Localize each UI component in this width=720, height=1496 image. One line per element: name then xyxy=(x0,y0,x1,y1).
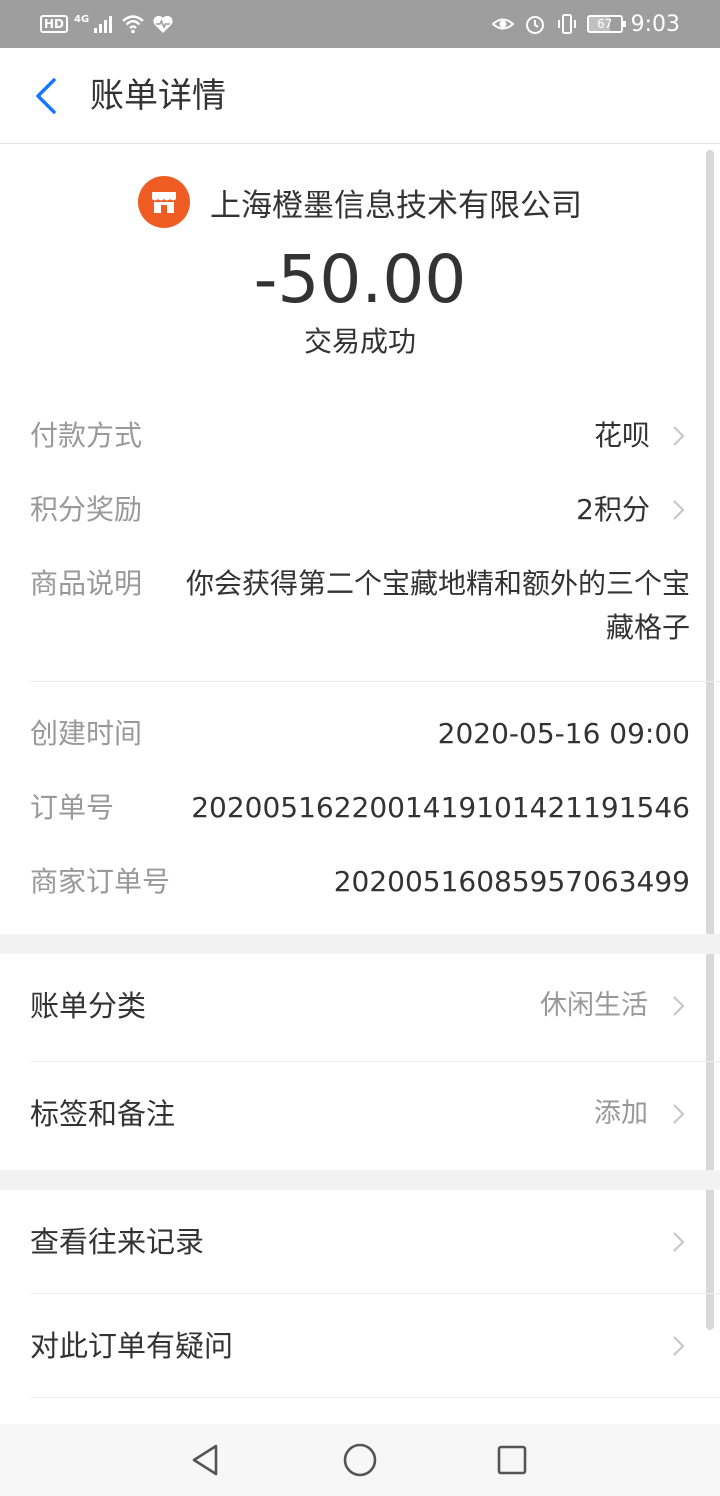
points-label: 积分奖励 xyxy=(30,493,143,526)
status-bar-left: HD 4G xyxy=(40,10,175,38)
status-bar: HD 4G 67 9:03 xyxy=(0,0,720,48)
chevron-right-icon xyxy=(673,426,685,446)
product-description-row: 商品说明 你会获得第二个宝藏地精和额外的三个宝藏格子 xyxy=(30,562,690,652)
page-title: 账单详情 xyxy=(90,76,226,116)
tags-notes-label: 标签和备注 xyxy=(30,1097,176,1131)
order-number-row: 订单号 2020051622001419101421191546 xyxy=(30,788,690,828)
chevron-right-icon xyxy=(673,1232,685,1252)
vibrate-icon xyxy=(557,14,576,34)
back-button[interactable] xyxy=(22,72,70,120)
hd-badge: HD xyxy=(40,15,69,33)
created-time-value: 2020-05-16 09:00 xyxy=(437,717,690,750)
created-time-label: 创建时间 xyxy=(30,717,143,750)
merchant-name: 上海橙墨信息技术有限公司 xyxy=(210,187,582,224)
battery-icon: 67 xyxy=(586,15,626,33)
clock: 9:03 xyxy=(630,11,680,37)
triangle-back-icon xyxy=(192,1444,218,1476)
divider xyxy=(30,1397,720,1398)
tags-notes-row[interactable]: 标签和备注 添加 xyxy=(0,1062,720,1166)
chevron-right-icon xyxy=(673,996,685,1016)
nav-home-button[interactable] xyxy=(338,1438,382,1482)
points-value: 2积分 xyxy=(576,493,650,526)
eye-comfort-icon xyxy=(491,18,515,30)
order-question-row[interactable]: 对此订单有疑问 xyxy=(0,1294,720,1398)
merchant-order-number-value[interactable]: 20200516085957063499 xyxy=(334,862,690,902)
square-recents-icon xyxy=(497,1445,527,1475)
order-number-label: 订单号 xyxy=(30,791,115,824)
divider xyxy=(30,681,720,682)
bill-category-row[interactable]: 账单分类 休闲生活 xyxy=(0,954,720,1058)
nav-recents-button[interactable] xyxy=(490,1438,534,1482)
payment-method-value: 花呗 xyxy=(593,419,650,452)
product-description-label: 商品说明 xyxy=(30,567,143,600)
view-history-label: 查看往来记录 xyxy=(30,1225,205,1259)
merchant-order-number-row: 商家订单号 20200516085957063499 xyxy=(30,862,690,902)
order-number-value[interactable]: 2020051622001419101421191546 xyxy=(191,788,690,828)
payment-method-label: 付款方式 xyxy=(30,419,143,452)
chevron-right-icon xyxy=(673,1336,685,1356)
section-separator xyxy=(0,934,720,954)
store-icon xyxy=(152,192,176,213)
transaction-amount: -50.00 xyxy=(253,241,467,318)
payment-method-row[interactable]: 付款方式 花呗 xyxy=(30,416,690,456)
order-question-label: 对此订单有疑问 xyxy=(30,1329,234,1363)
view-history-row[interactable]: 查看往来记录 xyxy=(0,1190,720,1294)
transaction-status: 交易成功 xyxy=(303,325,416,358)
created-time-row: 创建时间 2020-05-16 09:00 xyxy=(30,714,690,754)
health-heart-icon xyxy=(153,15,173,34)
merchant-order-number-label: 商家订单号 xyxy=(30,865,171,898)
signal-icon xyxy=(94,16,113,33)
system-navigation-bar xyxy=(0,1424,720,1496)
points-row[interactable]: 积分奖励 2积分 xyxy=(30,490,690,530)
network-type: 4G xyxy=(74,13,90,25)
product-description-value: 你会获得第二个宝藏地精和额外的三个宝藏格子 xyxy=(185,567,690,644)
alarm-icon xyxy=(525,16,544,34)
wifi-icon xyxy=(122,15,144,34)
bill-category-label: 账单分类 xyxy=(30,989,147,1023)
merchant-logo xyxy=(138,176,190,228)
merchant-header: 上海橙墨信息技术有限公司 xyxy=(0,172,720,232)
battery-level: 67 xyxy=(596,17,613,31)
chevron-right-icon xyxy=(673,1104,685,1124)
tags-notes-value: 添加 xyxy=(594,1098,648,1129)
chevron-left-icon xyxy=(36,78,56,114)
header: 账单详情 xyxy=(0,48,720,144)
nav-back-button[interactable] xyxy=(184,1438,228,1482)
status-bar-right: 67 9:03 xyxy=(491,10,680,38)
bill-category-value: 休闲生活 xyxy=(540,990,648,1021)
section-separator xyxy=(0,1170,720,1190)
chevron-right-icon xyxy=(673,500,685,520)
circle-home-icon xyxy=(343,1443,377,1477)
